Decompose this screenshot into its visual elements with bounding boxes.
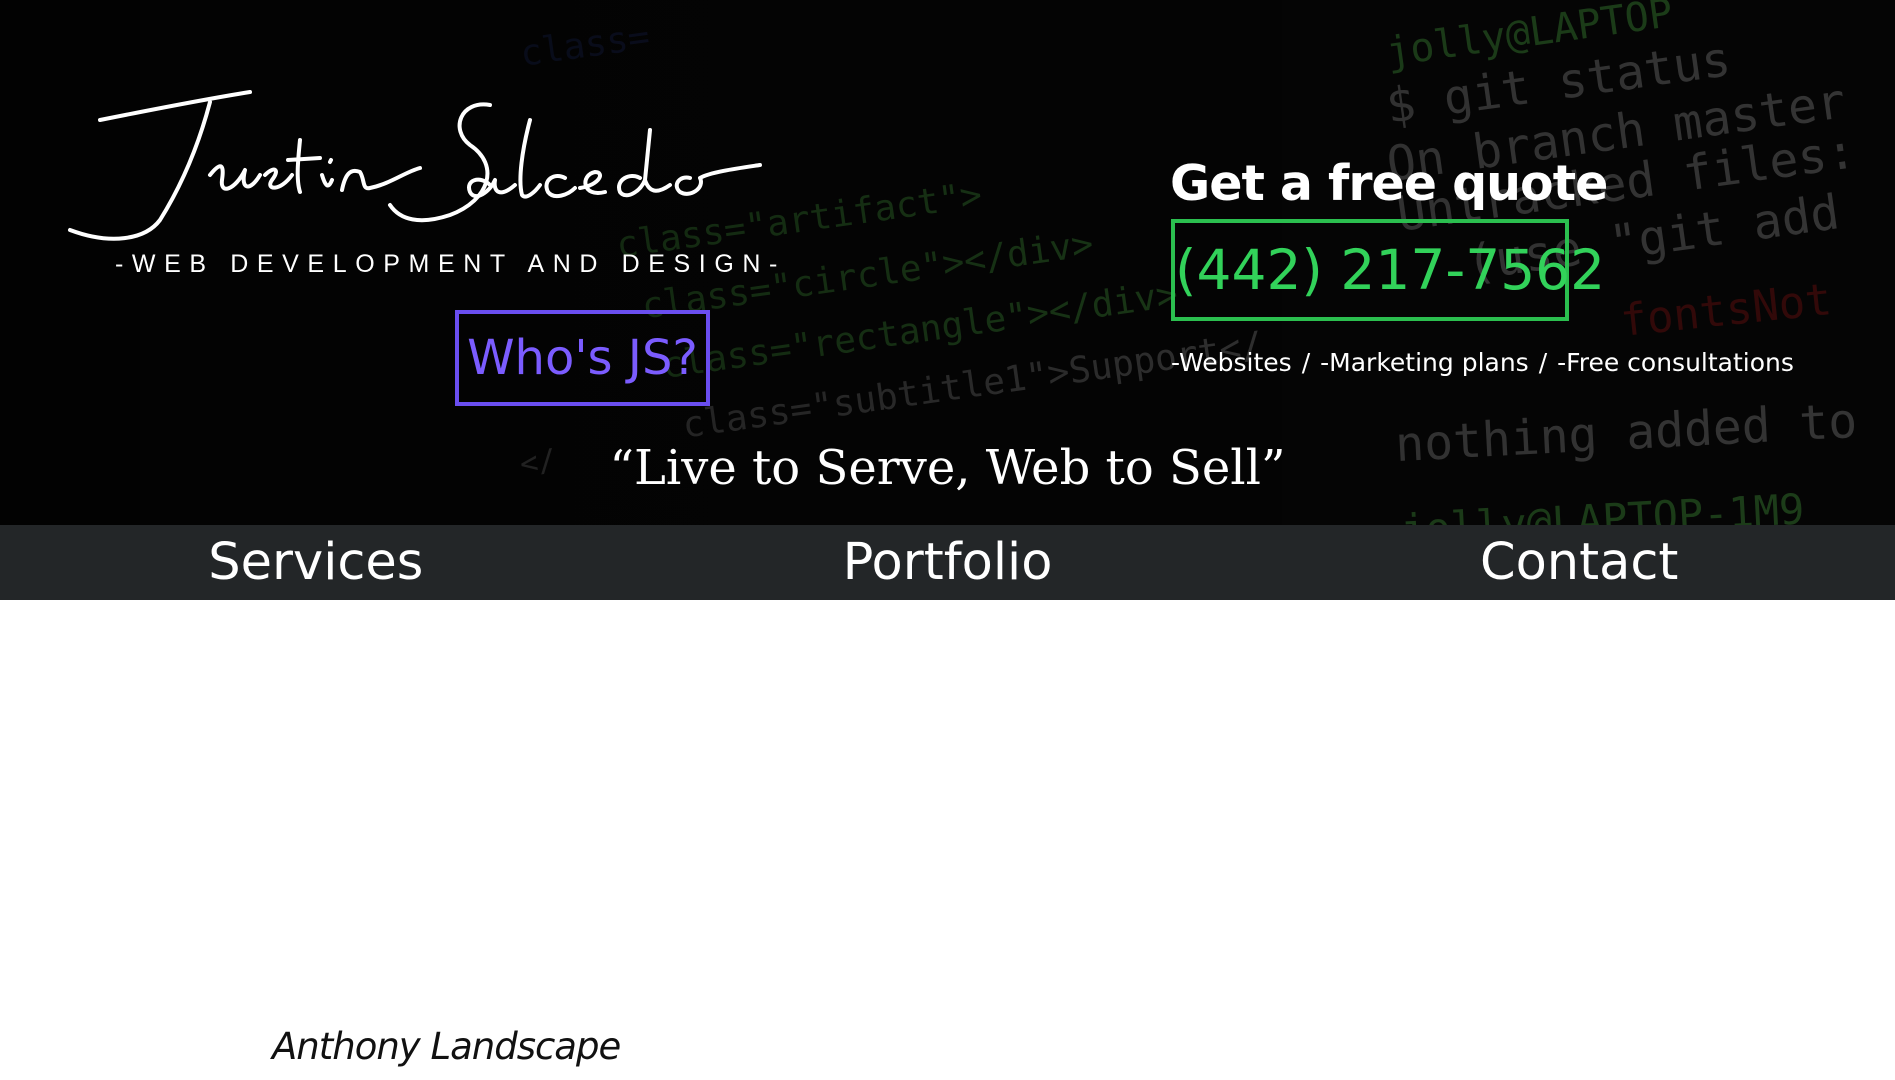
whos-js-button[interactable]: Who's JS? xyxy=(455,310,710,406)
nav-item-contact[interactable]: Contact xyxy=(1263,525,1895,600)
service-free-consultations: -Free consultations xyxy=(1557,348,1794,377)
tagline: -WEB DEVELOPMENT AND DESIGN- xyxy=(115,250,786,278)
services-summary: -Websites / -Marketing plans / -Free consult… xyxy=(1171,348,1794,377)
nav-item-services[interactable]: Services xyxy=(0,525,632,600)
nav-item-portfolio[interactable]: Portfolio xyxy=(632,525,1264,600)
service-websites: -Websites xyxy=(1171,348,1292,377)
motto-quote: “Live to Serve, Web to Sell” xyxy=(609,440,1286,496)
phone-number-button[interactable]: (442) 217-7562 xyxy=(1171,219,1605,321)
service-marketing-plans: -Marketing plans xyxy=(1320,348,1529,377)
signature-logo xyxy=(68,90,762,241)
portfolio-project-title[interactable]: Anthony Landscape xyxy=(272,1025,621,1068)
hero-banner: jolly@LAPTOP $ git status On branch mast… xyxy=(0,0,1895,525)
quote-heading: Get a free quote xyxy=(1170,155,1608,212)
separator: / xyxy=(1301,348,1311,377)
separator: / xyxy=(1538,348,1548,377)
main-nav: Services Portfolio Contact xyxy=(0,525,1895,600)
